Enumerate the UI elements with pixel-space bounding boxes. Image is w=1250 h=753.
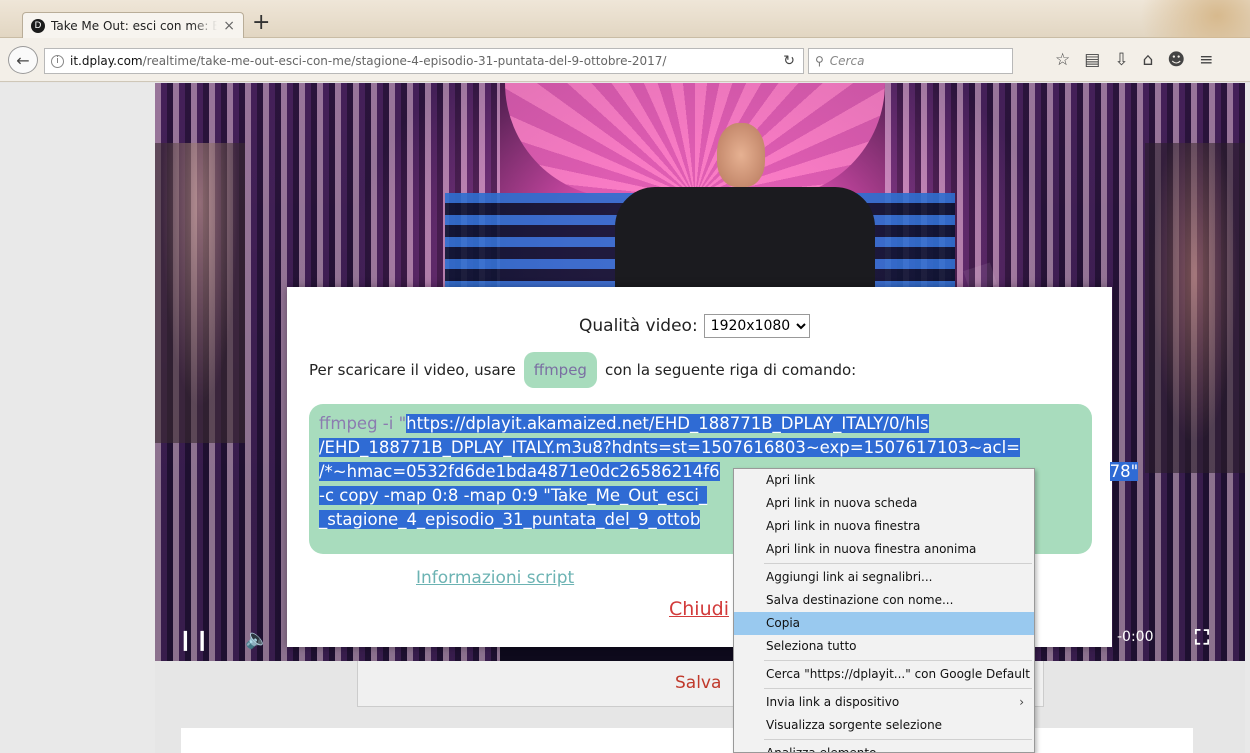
- reload-icon[interactable]: ↻: [783, 53, 795, 69]
- page-margin-right: [1245, 83, 1250, 753]
- context-menu: Apri link Apri link in nuova scheda Apri…: [733, 468, 1035, 753]
- ctx-inspect-element[interactable]: Analizza elemento: [734, 742, 1034, 752]
- back-arrow-icon: ←: [16, 50, 30, 70]
- ctx-select-all[interactable]: Seleziona tutto: [734, 635, 1034, 658]
- ctx-send-link-to-device[interactable]: Invia link a dispositivo ›: [734, 691, 1034, 714]
- tab-title: Take Me Out: esci con me: E: [51, 18, 218, 33]
- url-host: it.dplay.com: [70, 54, 143, 68]
- save-button[interactable]: Salva: [675, 673, 721, 693]
- quality-label: Qualità video:: [579, 316, 698, 336]
- search-icon: ⚲: [815, 54, 824, 68]
- instructions-before: Per scaricare il video, usare: [309, 361, 516, 379]
- close-link[interactable]: Chiudi: [669, 598, 729, 620]
- script-info-link[interactable]: Informazioni script: [416, 568, 574, 588]
- command-output: _stagione_4_episodio_31_puntata_del_9_ot…: [319, 510, 701, 529]
- host-head: [717, 123, 765, 187]
- reading-list-icon[interactable]: ▤: [1084, 50, 1100, 70]
- command-url-2: /EHD_188771B_DPLAY_ITALY.m3u8?hdnts=st=1…: [319, 438, 1020, 457]
- dplay-favicon-icon: D: [31, 18, 45, 33]
- ctx-search-google[interactable]: Cerca "https://dplayit..." con Google De…: [734, 663, 1034, 686]
- host-figure: [615, 123, 875, 307]
- site-info-icon[interactable]: i: [51, 54, 64, 68]
- search-bar[interactable]: ⚲ Cerca: [808, 48, 1013, 74]
- tab-close-icon[interactable]: ×: [223, 18, 235, 34]
- ctx-open-link-new-window[interactable]: Apri link in nuova finestra: [734, 515, 1034, 538]
- quality-row: Qualità video: 1920x1080: [579, 314, 810, 338]
- command-line-1: ffmpeg -i "https://dplayit.akamaized.net…: [319, 412, 1082, 436]
- ctx-separator: [764, 688, 1032, 689]
- ctx-copy[interactable]: Copia: [734, 612, 1034, 635]
- command-url-3-end: 78": [1109, 462, 1139, 481]
- fullscreen-icon[interactable]: ⛶: [1195, 625, 1209, 649]
- extension-icon[interactable]: ☻: [1167, 50, 1185, 70]
- instructions-after: con la seguente riga di comando:: [604, 361, 857, 379]
- ctx-view-selection-source[interactable]: Visualizza sorgente selezione: [734, 714, 1034, 737]
- ctx-save-link-as[interactable]: Salva destinazione con nome...: [734, 589, 1034, 612]
- ctx-separator: [764, 739, 1032, 740]
- command-line-2: /EHD_188771B_DPLAY_ITALY.m3u8?hdnts=st=1…: [319, 436, 1082, 460]
- ctx-separator: [764, 563, 1032, 564]
- url-path: /realtime/take-me-out-esci-con-me/stagio…: [142, 54, 667, 68]
- menu-icon[interactable]: ≡: [1199, 50, 1213, 70]
- toolbar-icons: ☆ ▤ ⇩ ⌂ ☻ ≡: [1055, 50, 1213, 70]
- ctx-open-link[interactable]: Apri link: [734, 469, 1034, 492]
- quality-select[interactable]: 1920x1080: [703, 314, 810, 338]
- tab-bar: D Take Me Out: esci con me: E × +: [0, 0, 1250, 80]
- url-bar[interactable]: i it.dplay.com /realtime/take-me-out-esc…: [44, 48, 804, 74]
- page-content-below: [181, 728, 1193, 753]
- ctx-separator: [764, 660, 1032, 661]
- command-options: -c copy -map 0:8 -map 0:9 "Take_Me_Out_e…: [319, 486, 708, 505]
- ctx-send-link-label: Invia link a dispositivo: [766, 695, 900, 709]
- back-button[interactable]: ←: [8, 46, 38, 74]
- chevron-right-icon: ›: [1019, 695, 1024, 709]
- download-icon[interactable]: ⇩: [1114, 50, 1128, 70]
- time-remaining: -0:00: [1117, 629, 1154, 645]
- new-tab-button[interactable]: +: [252, 12, 270, 34]
- instructions: Per scaricare il video, usare ffmpeg con…: [309, 352, 856, 388]
- command-url-3: /*~hmac=0532fd6de1bda4871e0dc26586214f6: [319, 462, 720, 481]
- home-icon[interactable]: ⌂: [1143, 50, 1154, 70]
- navigation-bar: ← i it.dplay.com /realtime/take-me-out-e…: [0, 38, 1250, 82]
- audience-left: [155, 143, 245, 443]
- star-icon[interactable]: ☆: [1055, 50, 1070, 70]
- audience-right: [1145, 143, 1245, 473]
- command-url-1: https://dplayit.akamaized.net/EHD_188771…: [406, 414, 929, 433]
- search-placeholder: Cerca: [829, 54, 865, 68]
- command-prefix: ffmpeg -i ": [319, 414, 407, 433]
- ffmpeg-link[interactable]: ffmpeg: [523, 352, 597, 388]
- page-margin-left: [0, 83, 155, 753]
- browser-tab[interactable]: D Take Me Out: esci con me: E ×: [22, 12, 244, 38]
- ctx-open-link-new-tab[interactable]: Apri link in nuova scheda: [734, 492, 1034, 515]
- pause-icon[interactable]: ❙❙: [177, 627, 211, 651]
- ctx-bookmark-link[interactable]: Aggiungi link ai segnalibri...: [734, 566, 1034, 589]
- ctx-open-link-private-window[interactable]: Apri link in nuova finestra anonima: [734, 538, 1034, 561]
- volume-icon[interactable]: 🔈: [245, 627, 269, 650]
